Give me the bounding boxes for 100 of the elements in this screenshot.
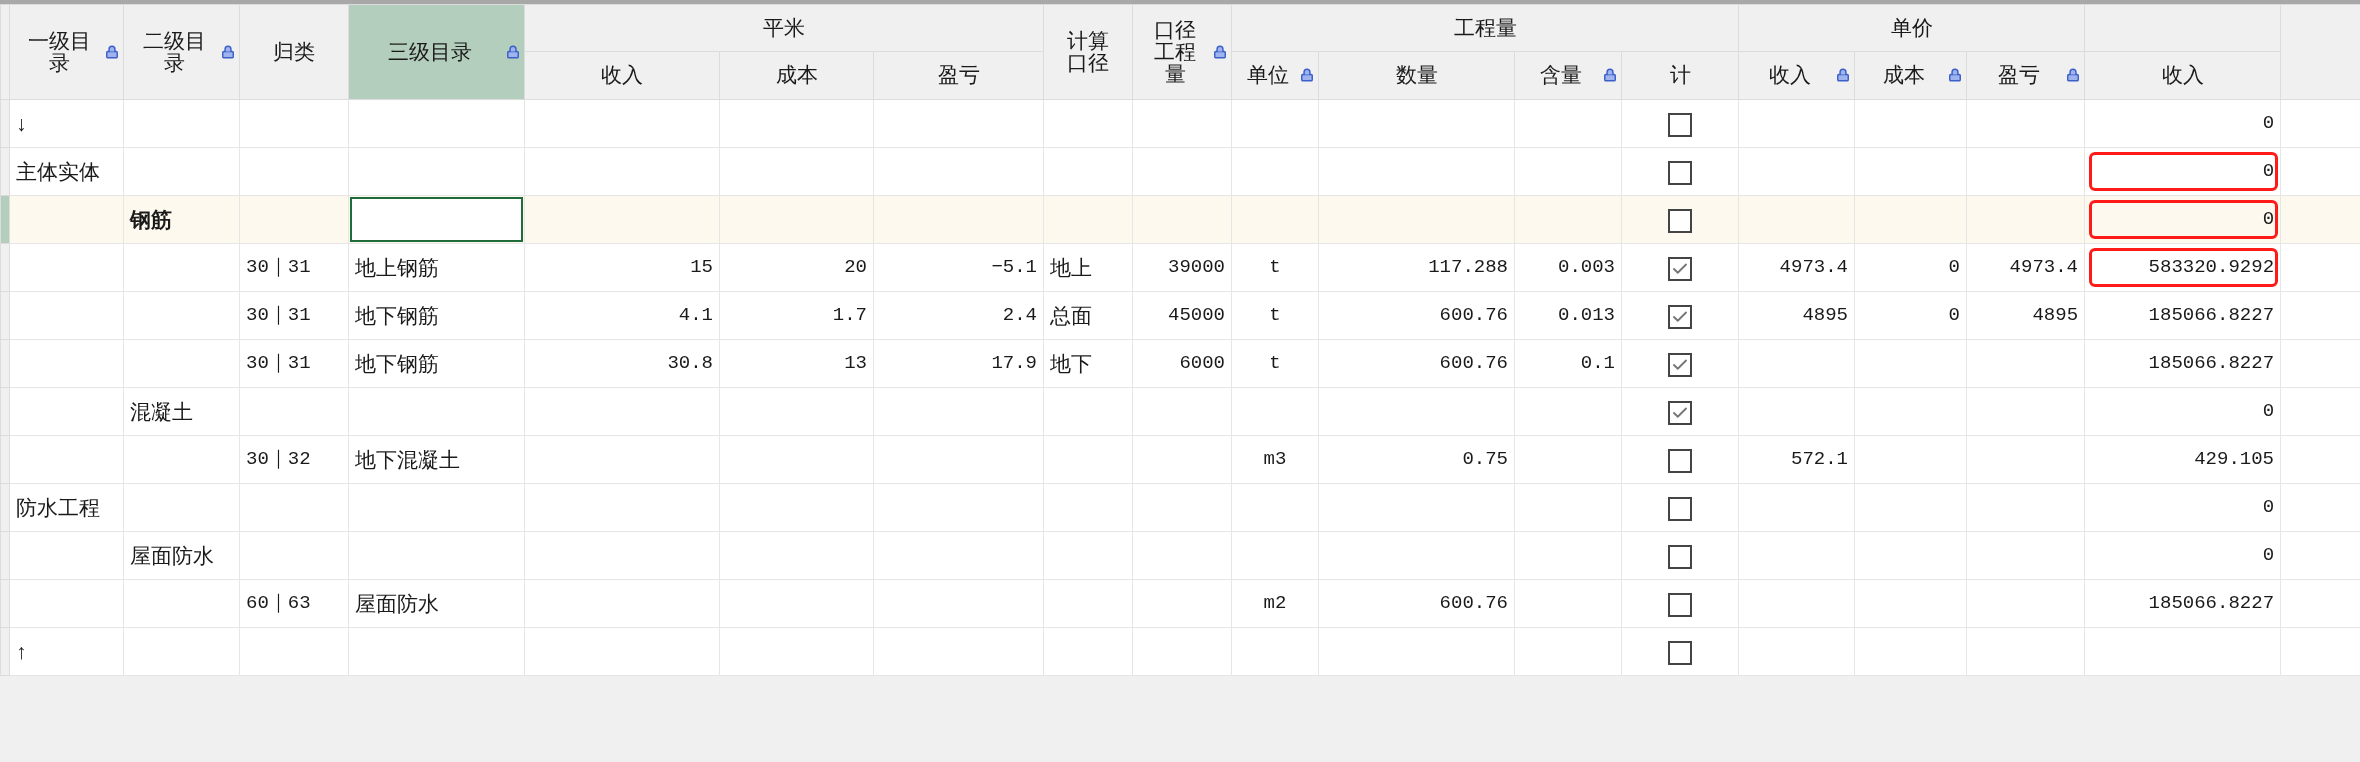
column-header[interactable]: 盈亏 <box>1966 51 2085 100</box>
column-header[interactable]: 二级目录 <box>123 4 240 100</box>
lock-icon <box>506 45 520 59</box>
checkbox[interactable] <box>1668 497 1692 522</box>
lock-icon <box>1300 68 1314 83</box>
table-cell: m2 <box>1263 592 1287 615</box>
table-cell: 地上钢筋 <box>355 255 439 279</box>
table-cell: 总面 <box>1050 303 1092 327</box>
table-cell: 185066.8227 <box>2148 352 2275 375</box>
table-cell: 600.76 <box>1439 592 1508 615</box>
table-cell: 6000 <box>1179 352 1225 375</box>
table-cell: 0 <box>2262 208 2275 231</box>
table-cell: 主体实体 <box>16 159 100 183</box>
lock-icon <box>105 45 119 59</box>
table-cell: 防水工程 <box>16 495 100 519</box>
table-cell: 572.1 <box>1791 448 1848 471</box>
table-cell: 0.1 <box>1580 352 1615 375</box>
table-cell: 0 <box>1948 304 1960 327</box>
table-cell: 4973.4 <box>1779 256 1848 279</box>
table-cell: 117.288 <box>1428 256 1508 279</box>
column-group-header: 平米 <box>524 4 1044 52</box>
table-cell: 600.76 <box>1439 304 1508 327</box>
column-header[interactable]: 含量 <box>1514 51 1622 100</box>
table-cell: 地下 <box>1050 351 1092 375</box>
table-cell: m3 <box>1263 448 1287 471</box>
table-cell: 屋面防水 <box>355 591 439 615</box>
table-cell: 39000 <box>1168 256 1225 279</box>
column-header[interactable]: 收入 <box>1738 51 1855 100</box>
column-header[interactable]: 数量 <box>1318 51 1515 100</box>
lock-icon <box>1213 45 1227 59</box>
table-cell: 13 <box>844 352 867 375</box>
table-cell: 钢筋 <box>130 207 172 231</box>
column-header[interactable]: 盈亏 <box>873 51 1044 100</box>
table-cell: 地下钢筋 <box>355 351 439 375</box>
table-cell: 4895 <box>1802 304 1848 327</box>
table-cell: 4895 <box>2032 304 2079 327</box>
column-header[interactable]: 归类 <box>239 4 349 100</box>
checkbox[interactable] <box>1668 257 1692 282</box>
table-cell: 0.75 <box>1462 448 1508 471</box>
table-cell: 30｜31 <box>246 256 311 279</box>
table-cell: 0 <box>2262 400 2275 423</box>
checkbox[interactable] <box>1668 305 1692 330</box>
table-cell: 429.105 <box>2194 448 2275 471</box>
lock-icon <box>1948 68 1962 83</box>
column-header[interactable]: 成本 <box>719 51 874 100</box>
lock-icon <box>1603 68 1617 83</box>
table-cell: 185066.8227 <box>2148 304 2275 327</box>
column-header[interactable]: 一级目录 <box>9 4 124 100</box>
column-header[interactable]: 计 <box>1621 51 1739 100</box>
checkbox[interactable] <box>1668 113 1692 138</box>
table-cell: 0 <box>2262 544 2275 567</box>
table-cell: 583320.9292 <box>2148 256 2275 279</box>
checkbox[interactable] <box>1668 401 1692 426</box>
table-cell: 45000 <box>1168 304 1225 327</box>
table-cell: 30｜31 <box>246 304 311 327</box>
column-header[interactable]: 成本 <box>1854 51 1967 100</box>
checkbox[interactable] <box>1668 641 1692 666</box>
table-cell: t <box>1269 352 1281 375</box>
table-cell: 地下混凝土 <box>355 447 460 471</box>
checkbox[interactable] <box>1668 209 1692 234</box>
column-header[interactable]: 收入 <box>524 51 720 100</box>
table-cell: 60｜63 <box>246 592 311 615</box>
column-group-header: 工程量 <box>1231 4 1739 52</box>
edit-cell[interactable] <box>350 197 523 242</box>
checkbox[interactable] <box>1668 161 1692 186</box>
table-cell: 17.9 <box>991 352 1037 375</box>
column-header[interactable]: 三级目录 <box>348 4 525 100</box>
table-cell: 0 <box>2262 112 2275 135</box>
table-cell: 15 <box>690 256 713 279</box>
table-cell: −5.1 <box>991 256 1037 279</box>
table-cell: 30｜31 <box>246 352 311 375</box>
table-cell: t <box>1269 256 1281 279</box>
table-cell: 0 <box>1948 256 1960 279</box>
column-header[interactable]: 单位 <box>1231 51 1319 100</box>
checkbox[interactable] <box>1668 449 1692 474</box>
table-cell: 0.003 <box>1558 256 1615 279</box>
table-cell: 4973.4 <box>2009 256 2079 279</box>
column-group-header: 单价 <box>1738 4 2085 52</box>
table-cell: ↑ <box>16 639 27 663</box>
table-cell: 185066.8227 <box>2148 592 2275 615</box>
lock-icon <box>2066 68 2081 83</box>
table-cell: 0 <box>2262 160 2275 183</box>
table-cell: 30｜32 <box>246 448 311 471</box>
table-cell: 地上 <box>1050 255 1092 279</box>
table-cell: 30.8 <box>667 352 713 375</box>
table-cell: t <box>1269 304 1281 327</box>
table-cell: ↓ <box>16 111 27 135</box>
table-cell: 屋面防水 <box>130 543 214 567</box>
checkbox[interactable] <box>1668 545 1692 570</box>
table-cell: 20 <box>844 256 867 279</box>
checkbox[interactable] <box>1668 593 1692 618</box>
checkbox[interactable] <box>1668 353 1692 378</box>
table-cell: 0 <box>2262 496 2275 519</box>
lock-icon <box>221 45 235 59</box>
table-cell: 混凝土 <box>130 399 193 423</box>
column-header[interactable]: 计算口径 <box>1043 4 1133 100</box>
column-header[interactable]: 口径工程量 <box>1132 4 1232 100</box>
lock-icon <box>1836 68 1850 83</box>
table-cell: 0.013 <box>1558 304 1615 327</box>
column-header[interactable]: 收入 <box>2084 51 2281 100</box>
